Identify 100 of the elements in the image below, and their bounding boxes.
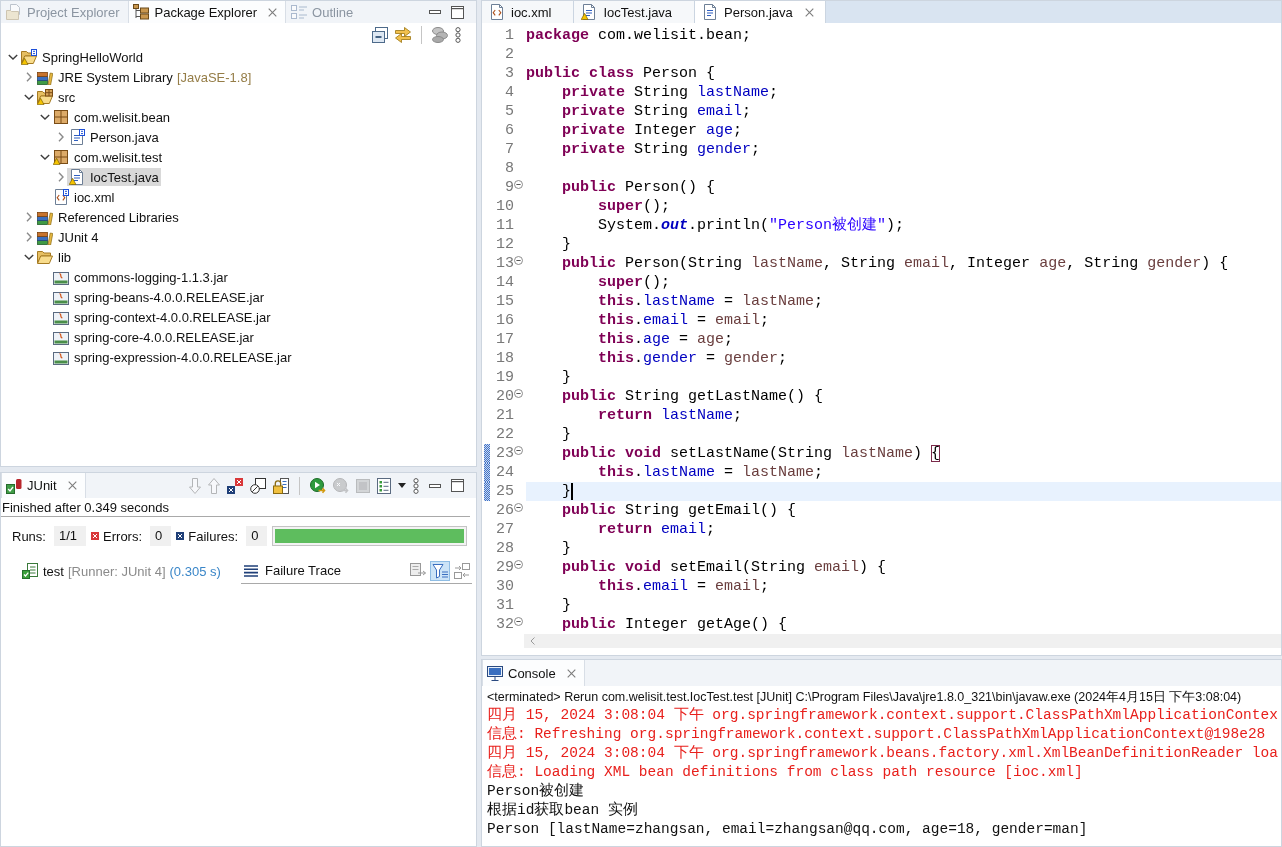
tree-item[interactable]: commons-logging-1.1.3.jar	[51, 268, 230, 286]
line-number: 11	[495, 216, 514, 235]
swap-boxes-icon[interactable]	[452, 560, 472, 581]
tree-item[interactable]: spring-core-4.0.0.RELEASE.jar	[51, 328, 256, 346]
code-line: public String getLastName() {	[562, 387, 824, 406]
code-line: this.gender = gender;	[598, 349, 788, 368]
code-line: private String lastName;	[562, 83, 779, 102]
close-icon[interactable]	[804, 7, 814, 17]
view-menu-icon[interactable]	[455, 27, 461, 43]
fold-icon[interactable]	[514, 180, 523, 189]
line-number: 13	[495, 254, 514, 273]
monitor-icon	[487, 665, 503, 681]
code-line: this.age = age;	[598, 330, 734, 349]
code-line: public void setEmail(String email) {	[562, 558, 887, 577]
x-squares-icon[interactable]	[227, 477, 243, 494]
slashed-circle-square-icon[interactable]	[250, 477, 266, 494]
view-tab[interactable]: JUnit	[1, 473, 86, 498]
chevron-icon[interactable]	[7, 54, 18, 60]
code-line: public void setLastName(String lastName) {	[562, 444, 941, 463]
view-tab[interactable]: Package Explorer	[128, 1, 287, 23]
console-line: 根据id获取bean 实例	[487, 801, 638, 820]
link-arrows-icon[interactable]	[395, 27, 411, 43]
code-line: private String gender;	[562, 140, 761, 159]
editor-tab[interactable]: ioc.xml	[482, 1, 575, 23]
line-number: 25	[495, 482, 514, 501]
view-menu-icon[interactable]	[413, 477, 419, 494]
tree-item[interactable]: Person.java	[67, 128, 161, 146]
tree-item[interactable]: com.welisit.test	[51, 148, 165, 166]
checklist-icon[interactable]	[377, 477, 391, 494]
code-line: this.email = email;	[598, 577, 770, 596]
fold-icon[interactable]	[514, 446, 523, 455]
tree-item[interactable]: src	[35, 88, 78, 106]
text-cursor	[571, 483, 574, 500]
tree-item[interactable]: SpringHelloWorld	[19, 48, 145, 66]
code-line: package com.welisit.bean;	[526, 26, 752, 45]
collapse-all-icon[interactable]	[372, 27, 388, 43]
stacked-discs-icon[interactable]	[432, 27, 448, 43]
maximize-icon[interactable]	[451, 479, 464, 492]
panel-title: Failure Trace	[265, 563, 341, 578]
horizontal-scrollbar[interactable]	[524, 634, 1281, 648]
code-line: public Person(String lastName, String email, Integer age, String gender) {	[562, 254, 1229, 273]
editor-tab[interactable]: IocTest.java	[574, 1, 696, 23]
dropdown-caret-icon[interactable]	[398, 483, 406, 488]
minimize-icon[interactable]	[429, 483, 441, 488]
code-line: super();	[598, 273, 671, 292]
chevron-icon[interactable]	[23, 254, 34, 260]
process-info: <terminated> Rerun com.welisit.test.IocTest.test [JUnit] C:\Program Files\Java\jre1.8.0_321\bin\javaw.exe (2024年4月15日 下午3:08:04)	[486, 689, 1243, 706]
package-tree-icon	[133, 4, 150, 20]
chevron-icon[interactable]	[39, 114, 50, 120]
line-number: 3	[504, 64, 514, 83]
line-number: 26	[495, 501, 514, 520]
console-line: Person [lastName=zhangsan, email=zhangsan@qq.com, age=18, gender=man]	[487, 820, 1088, 839]
line-number: 17	[495, 330, 514, 349]
code-line: public String getEmail() {	[562, 501, 797, 520]
line-number: 29	[495, 558, 514, 577]
test-passed-icon	[22, 563, 38, 579]
tree-item[interactable]: Referenced Libraries	[35, 208, 181, 226]
fold-icon[interactable]	[514, 617, 523, 626]
code-line: super();	[598, 197, 671, 216]
code-line: }	[562, 539, 572, 558]
console-line: 四月 15, 2024 3:08:04 下午 org.springframework.context.support.ClassPathXmlApplicationContex	[487, 706, 1278, 725]
code-line: }	[562, 368, 572, 387]
code-line: private String email;	[562, 102, 752, 121]
failure-icon	[176, 532, 185, 540]
tree-item[interactable]: spring-expression-4.0.0.RELEASE.jar	[51, 348, 294, 366]
code-line: }	[562, 596, 572, 615]
editor-tab[interactable]: Person.java	[695, 1, 826, 23]
close-icon[interactable]	[566, 668, 576, 678]
line-number: 5	[504, 102, 514, 121]
line-number: 4	[504, 83, 514, 102]
tree-item[interactable]: JRE System Library [JavaSE-1.8]	[35, 68, 254, 86]
close-icon[interactable]	[67, 481, 77, 490]
line-number: 1	[504, 26, 514, 45]
console-line: 信息: Loading XML bean definitions from class path resource [ioc.xml]	[487, 763, 1083, 782]
fold-icon[interactable]	[514, 389, 523, 398]
test-item[interactable]: test [Runner: JUnit 4] (0.305 s)	[22, 563, 221, 579]
tree-item[interactable]: com.welisit.bean	[51, 108, 173, 126]
folder-page-icon	[6, 4, 22, 20]
minimize-icon[interactable]	[429, 10, 441, 14]
chevron-icon[interactable]	[23, 94, 34, 100]
tree-item[interactable]: spring-context-4.0.0.RELEASE.jar	[51, 308, 273, 326]
lock-list-icon[interactable]	[273, 477, 289, 494]
filter-icon[interactable]	[430, 560, 450, 581]
fold-icon[interactable]	[514, 503, 523, 512]
maximize-icon[interactable]	[451, 5, 464, 19]
tree-item[interactable]: IocTest.java	[67, 168, 161, 186]
close-icon[interactable]	[268, 7, 278, 17]
fold-icon[interactable]	[514, 560, 523, 569]
tree-item[interactable]: lib	[35, 248, 73, 266]
counter-label: Runs:	[12, 528, 46, 544]
tree-item[interactable]: ioc.xml	[51, 188, 117, 206]
tree-item[interactable]: spring-beans-4.0.0.RELEASE.jar	[51, 288, 267, 306]
console-line: 四月 15, 2024 3:08:04 下午 org.springframework.beans.factory.xml.XmlBeanDefinitionReader loa	[487, 744, 1278, 763]
line-number: 6	[504, 121, 514, 140]
run-icon[interactable]	[310, 477, 326, 494]
line-number: 9	[504, 178, 514, 197]
tree-item[interactable]: JUnit 4	[35, 228, 101, 246]
chevron-icon[interactable]	[39, 154, 50, 160]
fold-icon[interactable]	[514, 256, 523, 265]
view-tab[interactable]: Console	[482, 660, 585, 686]
